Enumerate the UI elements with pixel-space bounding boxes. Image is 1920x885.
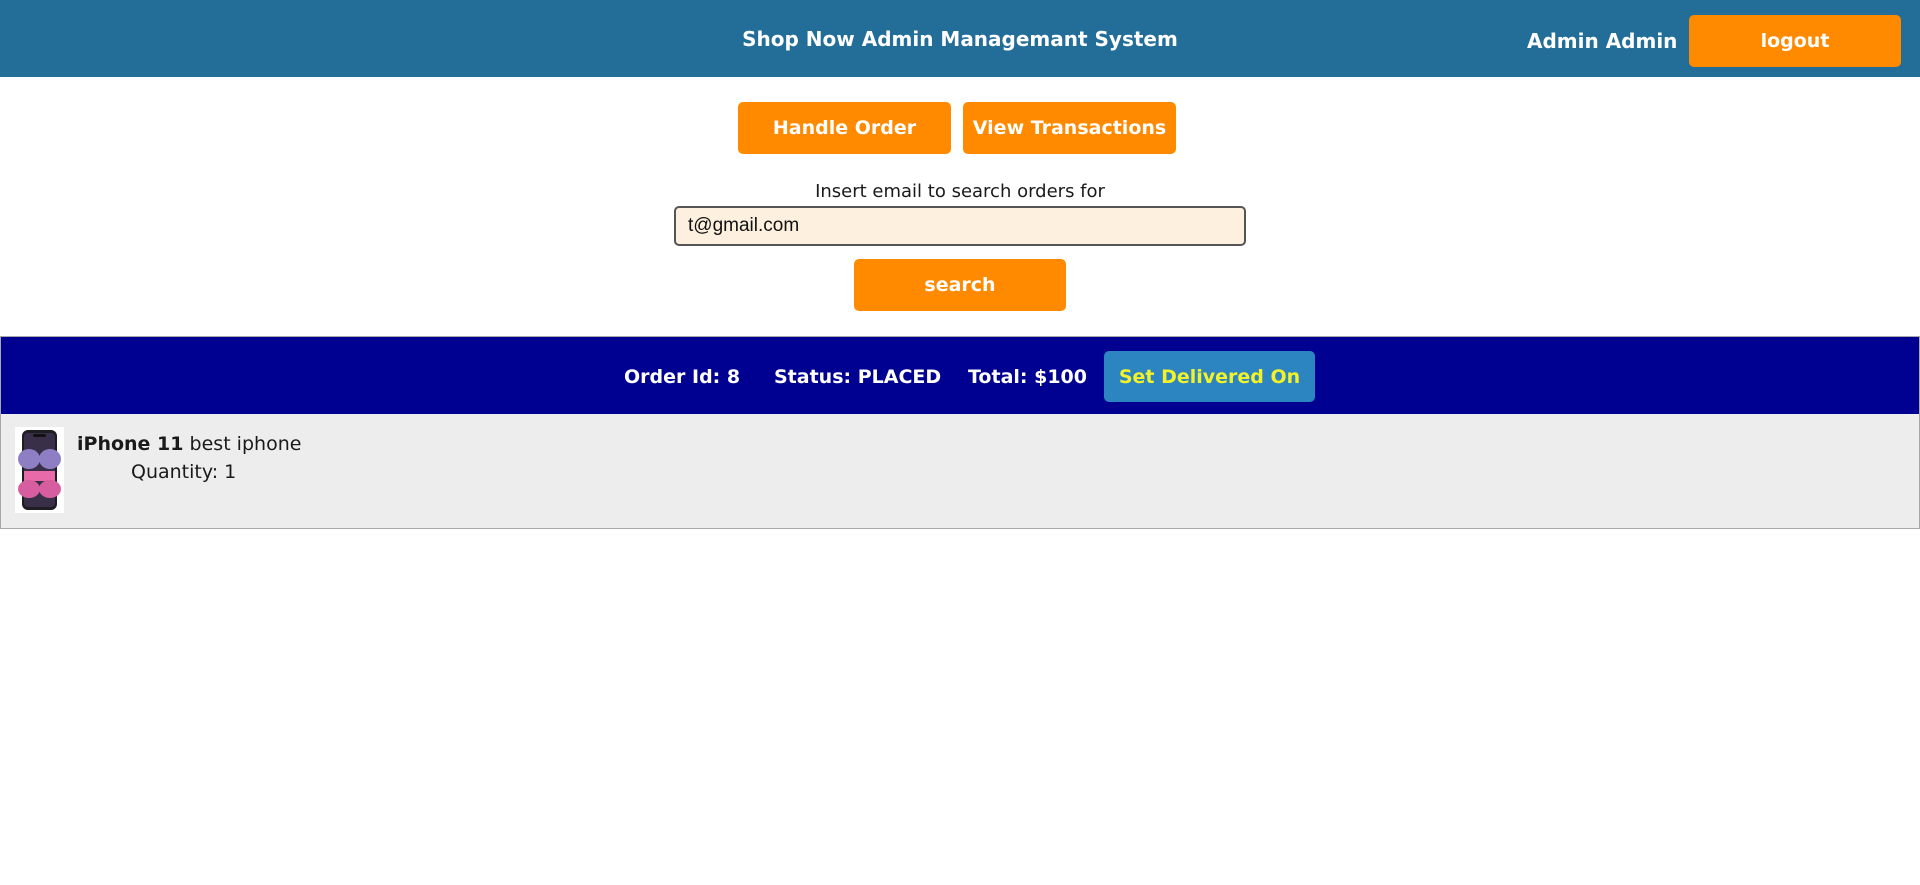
order-status: Status: PLACED [774,366,942,388]
product-quantity: Quantity: 1 [131,461,237,483]
iphone-icon [15,427,64,513]
order-id: Order Id: 8 [624,366,741,388]
email-search-input[interactable]: t@gmail.com [674,206,1246,246]
search-button[interactable]: search [854,259,1066,311]
logout-button[interactable]: logout [1689,15,1901,67]
app-header: Shop Now Admin Managemant System Admin A… [0,0,1920,77]
search-label: Insert email to search orders for [815,181,1105,202]
product-description: best iphone [189,433,302,455]
product-line: iPhone 11 best iphone [77,433,301,455]
handle-order-button[interactable]: Handle Order [738,102,951,154]
user-name: Admin Admin [1527,29,1678,53]
order-header: Order Id: 8 Status: PLACED Total: $100 S… [1,337,1919,414]
product-name: iPhone 11 [77,433,184,455]
order-total: Total: $100 [968,366,1088,388]
set-delivered-button[interactable]: Set Delivered On [1104,351,1315,402]
view-transactions-button[interactable]: View Transactions [963,102,1176,154]
order-card: Order Id: 8 Status: PLACED Total: $100 S… [0,336,1920,529]
